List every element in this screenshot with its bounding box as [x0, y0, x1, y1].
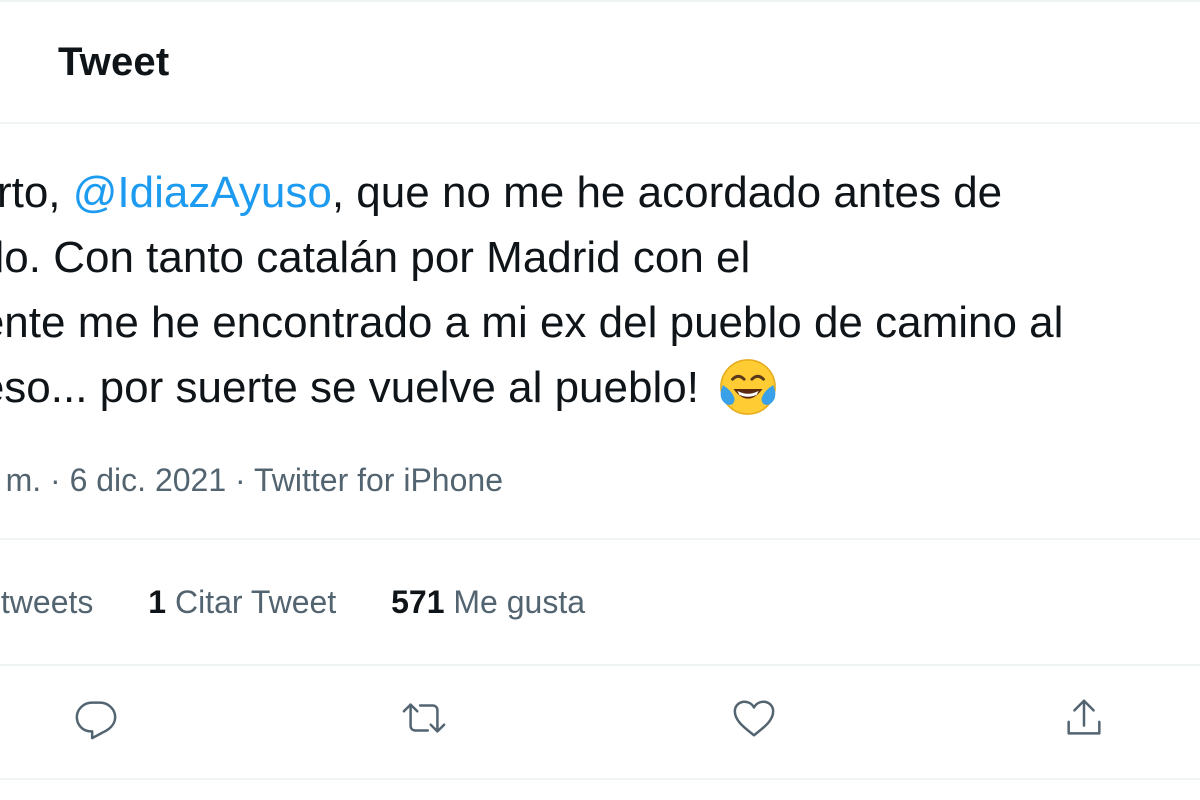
likes-label: Me gusta	[453, 584, 586, 620]
tweet-date[interactable]: 6 dic. 2021	[70, 462, 227, 498]
tweet-time[interactable]: p. m.	[0, 462, 41, 498]
divider	[0, 664, 1200, 666]
meta-separator: ·	[226, 462, 254, 498]
retweets-label: Retweets	[0, 584, 94, 620]
tweet-text-segment: , que no me he acordado antes de	[331, 168, 1003, 217]
quotes-stat[interactable]: 1 Citar Tweet	[148, 584, 336, 621]
heart-icon	[733, 700, 775, 737]
reply-button[interactable]	[68, 690, 124, 746]
likes-stat[interactable]: 571 Me gusta	[391, 584, 585, 621]
retweet-button[interactable]	[396, 690, 452, 746]
quotes-count: 1	[148, 584, 167, 620]
share-button[interactable]	[1056, 690, 1112, 746]
divider	[0, 778, 1200, 780]
tweet-line-2: decírtelo. Con tanto catalán por Madrid …	[0, 233, 751, 282]
reply-icon	[75, 701, 117, 740]
mention-link[interactable]: @IdiazAyuso	[73, 168, 332, 217]
meta-separator: ·	[41, 462, 70, 498]
tweet-line-3: presidente me he encontrado a mi ex del …	[0, 298, 1064, 347]
like-button[interactable]	[726, 690, 782, 746]
tweet-text-segment: Congreso... por suerte se vuelve al pueb…	[0, 363, 699, 412]
face-with-tears-of-joy-emoji-icon	[720, 359, 777, 415]
tweet-stats: Retweets 1 Citar Tweet 571 Me gusta	[0, 584, 631, 621]
share-icon	[1067, 699, 1101, 735]
tweet-text: Por cierto, @IdiazAyuso, que no me he ac…	[0, 160, 1200, 420]
tweet-meta: p. m. · 6 dic. 2021 · Twitter for iPhone	[0, 462, 503, 499]
divider	[0, 538, 1200, 540]
quotes-label: Citar Tweet	[174, 584, 337, 620]
tweet-line-4: Congreso... por suerte se vuelve al pueb…	[0, 355, 1200, 420]
tweet-actions	[0, 690, 1200, 750]
tweet-line-1: Por cierto, @IdiazAyuso, que no me he ac…	[0, 160, 1200, 225]
retweets-stat[interactable]: Retweets	[0, 584, 93, 621]
tweet-source[interactable]: Twitter for iPhone	[254, 462, 503, 498]
page-title: Tweet	[58, 40, 170, 84]
likes-count: 571	[391, 584, 445, 620]
retweet-icon	[402, 703, 446, 733]
page-header: Tweet	[0, 0, 1200, 124]
tweet-text-segment: Por cierto,	[0, 168, 61, 217]
tweet-page: Tweet Por cierto, @IdiazAyuso, que no me…	[0, 0, 1200, 800]
